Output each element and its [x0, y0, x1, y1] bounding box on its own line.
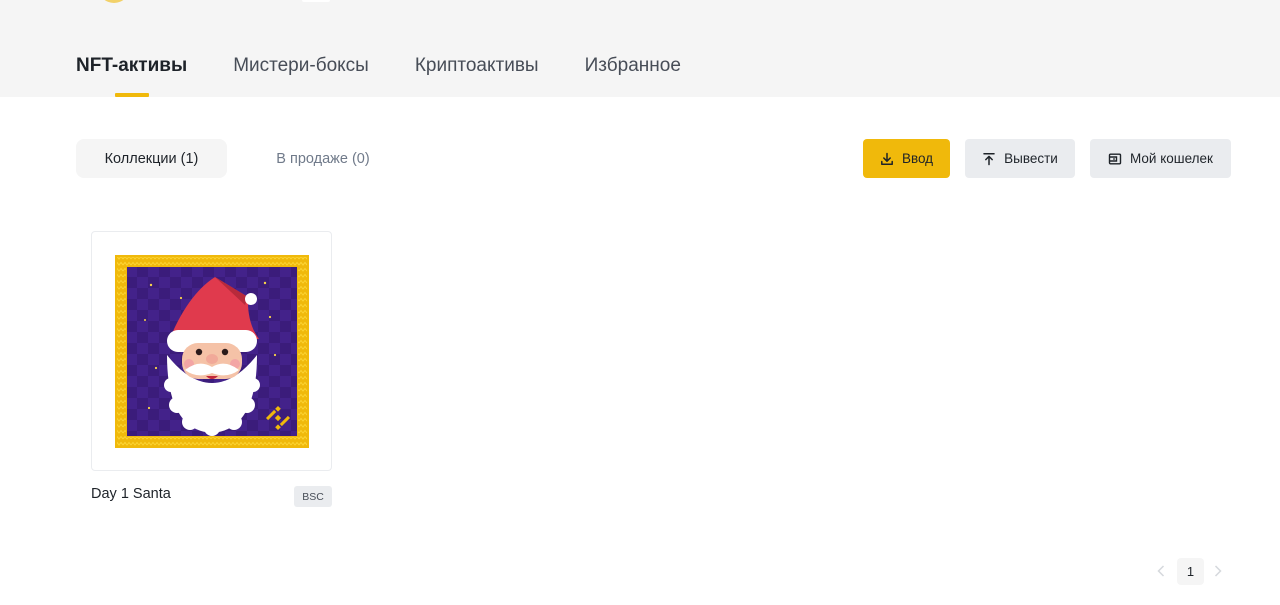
- withdraw-label: Вывести: [1004, 151, 1058, 166]
- upload-icon: [982, 152, 996, 166]
- prev-page-icon[interactable]: [1153, 561, 1169, 581]
- nft-card[interactable]: [91, 231, 332, 471]
- header-widget: [302, 0, 330, 2]
- page-number-current[interactable]: 1: [1177, 558, 1204, 585]
- asset-tabs: NFT-активы Мистери-боксы Криптоактивы Из…: [76, 52, 727, 80]
- subtab-on-sale[interactable]: В продаже (0): [248, 139, 398, 178]
- avatar[interactable]: [98, 0, 130, 3]
- download-icon: [880, 152, 894, 166]
- withdraw-button[interactable]: Вывести: [965, 139, 1075, 178]
- tab-crypto-assets[interactable]: Криптоактивы: [415, 52, 539, 80]
- next-page-icon[interactable]: [1210, 561, 1226, 581]
- deposit-button[interactable]: Ввод: [863, 139, 950, 178]
- tab-favorites[interactable]: Избранное: [585, 52, 681, 80]
- tab-nft-assets[interactable]: NFT-активы: [76, 52, 187, 80]
- header-band: [0, 0, 1280, 97]
- wallet-icon: [1108, 152, 1122, 166]
- subtab-collections[interactable]: Коллекции (1): [76, 139, 227, 178]
- chain-badge: BSC: [294, 486, 332, 507]
- deposit-label: Ввод: [901, 151, 934, 166]
- my-wallet-button[interactable]: Мой кошелек: [1090, 139, 1231, 178]
- my-wallet-label: Мой кошелек: [1130, 151, 1213, 166]
- tab-mystery-boxes[interactable]: Мистери-боксы: [233, 52, 369, 80]
- santa-nft-image: [115, 255, 309, 448]
- nft-title[interactable]: Day 1 Santa: [91, 486, 171, 502]
